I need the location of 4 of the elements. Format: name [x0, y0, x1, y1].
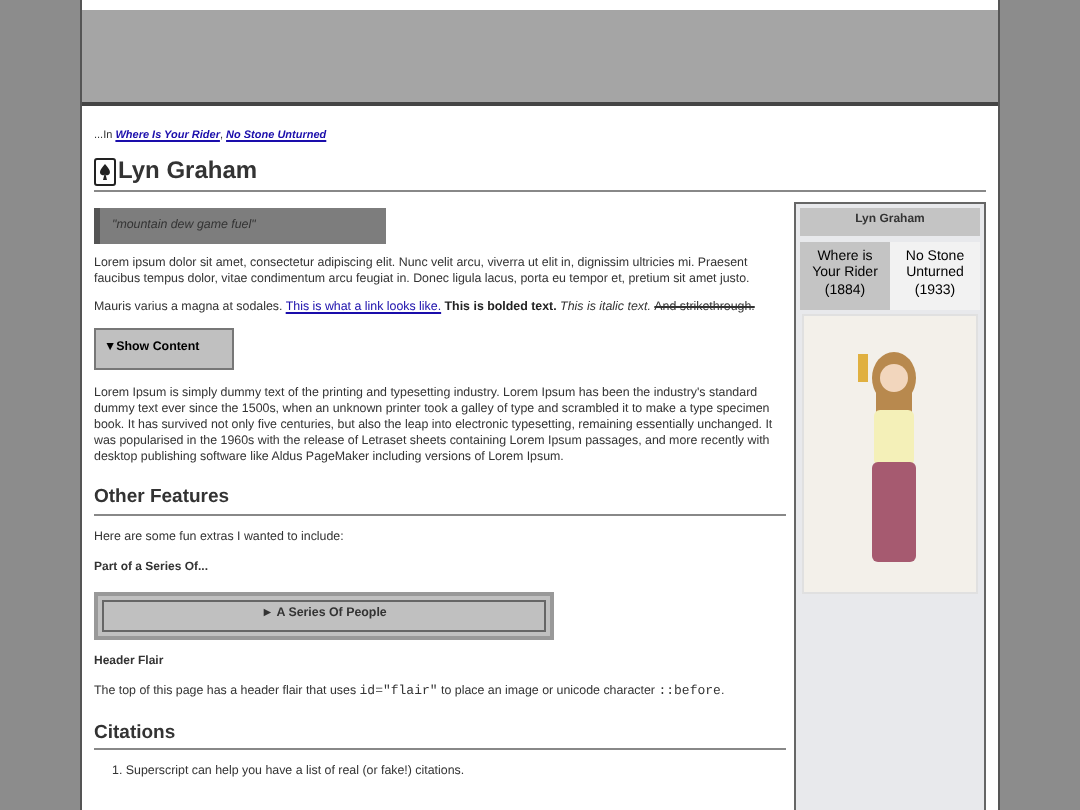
playing-card-icon — [94, 157, 116, 186]
page-title: Lyn Graham — [118, 156, 258, 188]
section-heading: Other Features — [94, 486, 786, 516]
section-heading: Citations — [94, 721, 786, 751]
